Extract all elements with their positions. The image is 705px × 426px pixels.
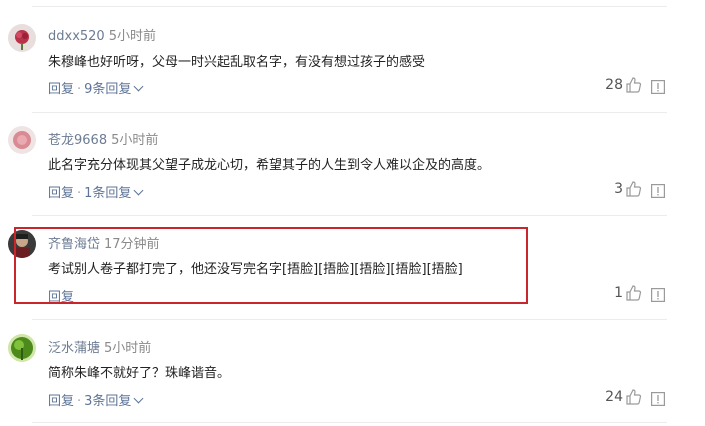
divider: [32, 6, 667, 7]
reply-button[interactable]: 回复: [48, 394, 74, 409]
like-count: 1: [614, 285, 623, 301]
replies-count: 1条回复: [84, 186, 132, 201]
separator: ·: [77, 186, 82, 201]
comment-actions: 回复 · 3条回复: [48, 390, 144, 409]
username[interactable]: 泛水蒲塘: [48, 341, 100, 356]
comment-header: 泛水蒲塘 5小时前: [48, 337, 151, 356]
separator: ·: [77, 82, 82, 97]
chevron-down-icon: [133, 81, 144, 92]
like-button[interactable]: 28: [605, 77, 641, 93]
report-icon[interactable]: [651, 288, 665, 302]
replies-count: 9条回复: [84, 82, 132, 97]
timestamp: 5小时前: [108, 29, 156, 44]
username[interactable]: 苍龙9668: [48, 133, 107, 148]
highlight-box: [14, 227, 528, 304]
avatar[interactable]: [8, 126, 36, 154]
comment-text: 此名字充分体现其父望子成龙心切，希望其子的人生到令人难以企及的高度。: [48, 158, 491, 173]
thumbs-up-icon: [626, 181, 641, 197]
comment-text: 朱穆峰也好听呀，父母一时兴起乱取名字，有没有想过孩子的感受: [48, 55, 426, 70]
avatar[interactable]: [8, 24, 36, 52]
replies-count: 3条回复: [84, 394, 132, 409]
avatar[interactable]: [8, 334, 36, 362]
view-replies-button[interactable]: 1条回复: [84, 185, 144, 201]
like-count: 28: [605, 77, 623, 93]
comment-item: 泛水蒲塘 5小时前 简称朱峰不就好了？珠峰谐音。 回复 · 3条回复 24: [0, 320, 705, 424]
separator: ·: [77, 394, 82, 409]
report-icon[interactable]: [651, 80, 665, 94]
comment-actions: 回复 · 1条回复: [48, 182, 144, 201]
comment-header: ddxx520 5小时前: [48, 25, 156, 44]
thumbs-up-icon: [626, 285, 641, 301]
like-button[interactable]: 1: [614, 285, 641, 301]
thumbs-up-icon: [626, 77, 641, 93]
comment-actions: 回复 · 9条回复: [48, 78, 144, 97]
comment-item: ddxx520 5小时前 朱穆峰也好听呀，父母一时兴起乱取名字，有没有想过孩子的感…: [0, 8, 705, 112]
like-button[interactable]: 3: [614, 181, 641, 197]
reply-button[interactable]: 回复: [48, 82, 74, 97]
username[interactable]: ddxx520: [48, 29, 105, 44]
divider: [32, 422, 667, 423]
like-count: 3: [614, 181, 623, 197]
view-replies-button[interactable]: 3条回复: [84, 393, 144, 409]
chevron-down-icon: [133, 185, 144, 196]
comment-header: 苍龙9668 5小时前: [48, 129, 158, 148]
comment-item: 苍龙9668 5小时前 此名字充分体现其父望子成龙心切，希望其子的人生到令人难以企…: [0, 112, 705, 216]
reply-button[interactable]: 回复: [48, 186, 74, 201]
report-icon[interactable]: [651, 392, 665, 406]
view-replies-button[interactable]: 9条回复: [84, 81, 144, 97]
chevron-down-icon: [133, 393, 144, 404]
like-count: 24: [605, 389, 623, 405]
report-icon[interactable]: [651, 184, 665, 198]
like-button[interactable]: 24: [605, 389, 641, 405]
comment-text: 简称朱峰不就好了？珠峰谐音。: [48, 366, 231, 381]
thumbs-up-icon: [626, 389, 641, 405]
timestamp: 5小时前: [104, 341, 152, 356]
timestamp: 5小时前: [111, 133, 159, 148]
